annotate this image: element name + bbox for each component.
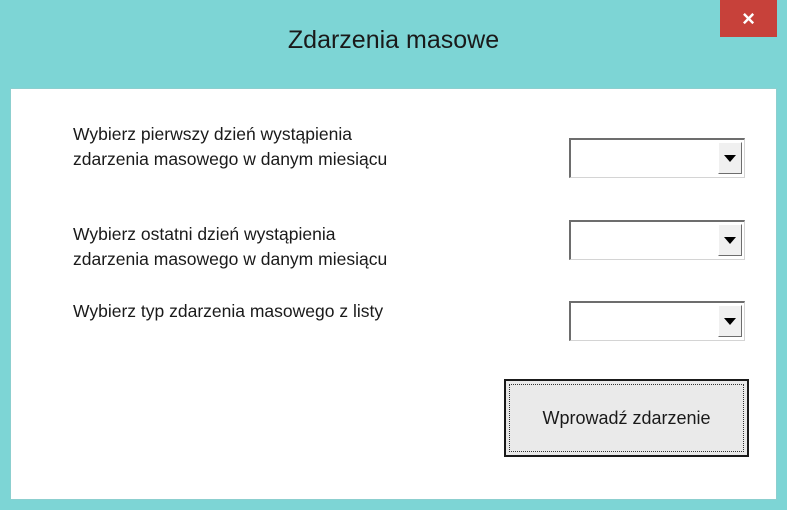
event-type-dropdown-button[interactable] (718, 305, 742, 337)
title-bar: Zdarzenia masowe × (0, 0, 787, 88)
close-button[interactable]: × (720, 0, 777, 37)
chevron-down-icon (724, 236, 736, 244)
form-panel: Wybierz pierwszy dzień wystąpienia zdarz… (10, 88, 777, 500)
submit-event-button[interactable]: Wprowadź zdarzenie (504, 379, 749, 457)
first-day-label-line1: Wybierz pierwszy dzień wystąpienia (73, 124, 352, 144)
first-day-label: Wybierz pierwszy dzień wystąpienia zdarz… (73, 122, 387, 172)
event-type-combobox[interactable] (569, 301, 745, 341)
last-day-label-line2: zdarzenia masowego w danym miesiącu (73, 249, 388, 269)
last-day-label: Wybierz ostatni dzień wystąpienia zdarze… (73, 222, 387, 272)
last-day-combobox[interactable] (569, 220, 745, 260)
first-day-dropdown-button[interactable] (718, 142, 742, 174)
last-day-label-line1: Wybierz ostatni dzień wystąpienia (73, 224, 336, 244)
last-day-dropdown-button[interactable] (718, 224, 742, 256)
window-title: Zdarzenia masowe (287, 26, 500, 54)
submit-event-label: Wprowadź zdarzenie (509, 384, 744, 452)
chevron-down-icon (724, 154, 736, 162)
dialog-window: Zdarzenia masowe × Wybierz pierwszy dzie… (0, 0, 787, 510)
event-type-label: Wybierz typ zdarzenia masowego z listy (73, 301, 384, 321)
close-icon: × (742, 5, 755, 31)
first-day-label-line2: zdarzenia masowego w danym miesiącu (73, 149, 388, 169)
chevron-down-icon (724, 317, 736, 325)
first-day-combobox[interactable] (569, 138, 745, 178)
